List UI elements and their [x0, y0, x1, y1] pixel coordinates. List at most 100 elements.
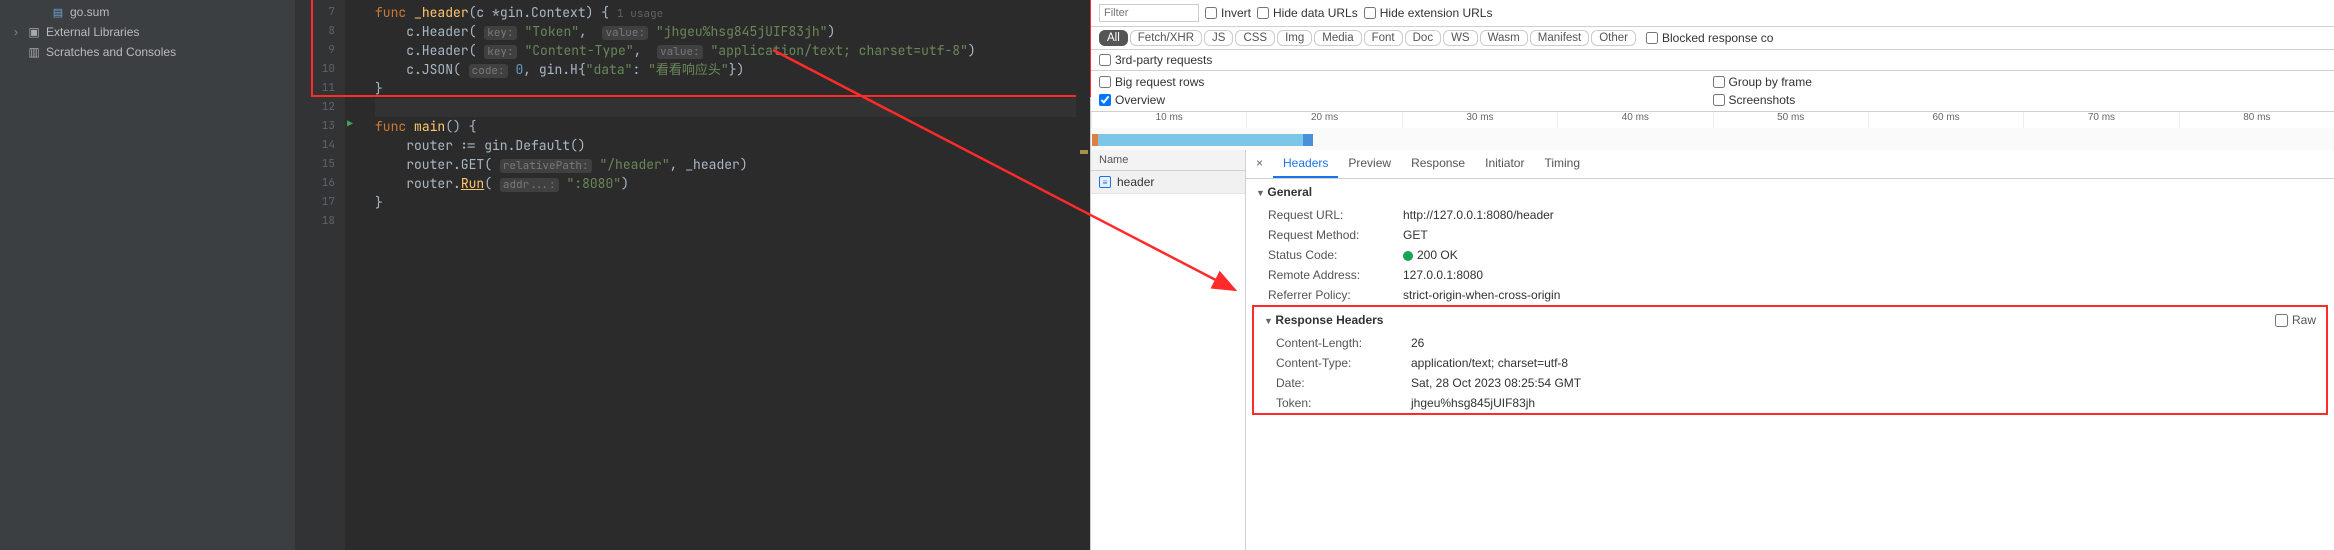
hide-ext-urls-checkbox[interactable]: Hide extension URLs: [1364, 6, 1493, 20]
section-response-headers: Content-Length:26 Content-Type:applicati…: [1254, 333, 2326, 413]
line-number: 15: [295, 155, 335, 174]
code-line: router.GET( relativePath: "/header", _he…: [375, 155, 1076, 174]
big-request-rows-checkbox[interactable]: Big request rows: [1099, 75, 1713, 89]
type-pill-css[interactable]: CSS: [1235, 30, 1275, 46]
type-pill-wasm[interactable]: Wasm: [1480, 30, 1528, 46]
timeline-ticks: 10 ms 20 ms 30 ms 40 ms 50 ms 60 ms 70 m…: [1091, 112, 2334, 128]
type-pill-img[interactable]: Img: [1277, 30, 1312, 46]
tab-timing[interactable]: Timing: [1534, 150, 1590, 178]
code-line: router := gin.Default(): [375, 136, 1076, 155]
type-pill-other[interactable]: Other: [1591, 30, 1636, 46]
type-pill-all[interactable]: All: [1099, 30, 1128, 46]
devtools-options: Big request rows Overview Group by frame…: [1091, 71, 2334, 112]
line-number: 16: [295, 174, 335, 193]
kv-row: Content-Length:26: [1254, 333, 2326, 353]
kv-row: Referrer Policy:strict-origin-when-cross…: [1246, 285, 2334, 305]
kv-row: Remote Address:127.0.0.1:8080: [1246, 265, 2334, 285]
editor-gutter: 7 8 9 10 11 12 13 14 15 16 17 18: [295, 0, 345, 550]
doc-icon: ≡: [1099, 176, 1111, 188]
request-name: header: [1117, 175, 1154, 189]
timeline-bar: [1098, 134, 1303, 146]
kv-row: Request Method:GET: [1246, 225, 2334, 245]
close-icon[interactable]: ×: [1246, 150, 1273, 178]
code-editor[interactable]: 7 8 9 10 11 12 13 14 15 16 17 18 ▶ func …: [295, 0, 1090, 550]
line-number: 14: [295, 136, 335, 155]
thirdparty-checkbox[interactable]: 3rd-party requests: [1099, 53, 1212, 67]
status-dot-icon: [1403, 251, 1413, 261]
invert-checkbox[interactable]: Invert: [1205, 6, 1251, 20]
type-pill-ws[interactable]: WS: [1443, 30, 1478, 46]
tab-preview[interactable]: Preview: [1338, 150, 1401, 178]
network-timeline[interactable]: 10 ms 20 ms 30 ms 40 ms 50 ms 60 ms 70 m…: [1091, 112, 2334, 150]
raw-checkbox[interactable]: Raw: [2275, 313, 2316, 327]
code-line: }: [375, 193, 1076, 212]
code-line: [375, 212, 1076, 231]
annotation-box-2: Response Headers Raw Content-Length:26 C…: [1252, 305, 2328, 415]
type-pill-manifest[interactable]: Manifest: [1530, 30, 1589, 46]
editor-scrollbar[interactable]: [1076, 0, 1090, 550]
hide-data-urls-checkbox[interactable]: Hide data URLs: [1257, 6, 1358, 20]
devtools-panel: Invert Hide data URLs Hide extension URL…: [1090, 0, 2334, 550]
devtools-type-filters: All Fetch/XHR JS CSS Img Media Font Doc …: [1091, 27, 2334, 50]
code-line: func main() {: [375, 117, 1076, 136]
devtools-3rdparty-row: 3rd-party requests: [1091, 50, 2334, 71]
tree-item-label: External Libraries: [46, 25, 139, 39]
screenshots-checkbox[interactable]: Screenshots: [1713, 93, 2327, 107]
devtools-body: Name ≡ header × Headers Preview Response…: [1091, 150, 2334, 550]
code-line: c.Header( key: "Token", value: "jhgeu%hs…: [375, 22, 1076, 41]
chevron-right-icon: ›: [14, 25, 24, 39]
tab-headers[interactable]: Headers: [1273, 150, 1338, 178]
type-pill-media[interactable]: Media: [1314, 30, 1361, 46]
blocked-response-checkbox[interactable]: Blocked response co: [1646, 31, 1773, 45]
tree-item-scratches[interactable]: ▥ Scratches and Consoles: [0, 42, 295, 62]
kv-row: Date:Sat, 28 Oct 2023 08:25:54 GMT: [1254, 373, 2326, 393]
code-line: func _header(c *gin.Context) {1 usage: [375, 3, 1076, 22]
timeline-bars: [1091, 128, 2334, 150]
type-pill-js[interactable]: JS: [1204, 30, 1233, 46]
type-pill-doc[interactable]: Doc: [1405, 30, 1441, 46]
detail-tabs: × Headers Preview Response Initiator Tim…: [1246, 150, 2334, 179]
code-line: router.Run( addr...: ":8080"): [375, 174, 1076, 193]
timeline-bar: [1303, 134, 1313, 146]
line-number: 17: [295, 193, 335, 212]
kv-row: Status Code:200 OK: [1246, 245, 2334, 265]
code-line: c.Header( key: "Content-Type", value: "a…: [375, 41, 1076, 60]
request-row-header[interactable]: ≡ header: [1091, 171, 1245, 194]
project-sidebar: ▤ go.sum › ▣ External Libraries ▥ Scratc…: [0, 0, 295, 550]
tab-response[interactable]: Response: [1401, 150, 1475, 178]
request-list-header[interactable]: Name: [1091, 150, 1245, 171]
request-detail-pane: × Headers Preview Response Initiator Tim…: [1246, 150, 2334, 550]
section-response-headers-title[interactable]: Response Headers Raw: [1254, 307, 2326, 333]
tree-item-label: Scratches and Consoles: [46, 45, 176, 59]
library-icon: ▣: [26, 24, 42, 40]
code-line: [375, 98, 1076, 117]
section-general: Request URL:http://127.0.0.1:8080/header…: [1246, 205, 2334, 305]
code-area[interactable]: func _header(c *gin.Context) {1 usage c.…: [345, 0, 1076, 550]
request-list: Name ≡ header: [1091, 150, 1246, 550]
group-by-frame-checkbox[interactable]: Group by frame: [1713, 75, 2327, 89]
line-number: 9: [295, 41, 335, 60]
type-pill-font[interactable]: Font: [1364, 30, 1403, 46]
tree-item-external-libraries[interactable]: › ▣ External Libraries: [0, 22, 295, 42]
kv-row: Request URL:http://127.0.0.1:8080/header: [1246, 205, 2334, 225]
tree-item-go-sum[interactable]: ▤ go.sum: [0, 2, 295, 22]
code-line: c.JSON( code: 0, gin.H{"data": "看看响应头"}): [375, 60, 1076, 79]
tree-item-label: go.sum: [70, 5, 109, 19]
filter-input[interactable]: [1099, 4, 1199, 22]
line-number: 10: [295, 60, 335, 79]
line-number: 18: [295, 212, 335, 231]
kv-row: Content-Type:application/text; charset=u…: [1254, 353, 2326, 373]
kv-row: Token:jhgeu%hsg845jUIF83jh: [1254, 393, 2326, 413]
line-number: 8: [295, 22, 335, 41]
section-general-title[interactable]: General: [1246, 179, 2334, 205]
overview-checkbox[interactable]: Overview: [1099, 93, 1713, 107]
code-line: }: [375, 79, 1076, 98]
line-number: 13: [295, 117, 335, 136]
file-go-icon: ▤: [50, 4, 66, 20]
line-number: 11: [295, 79, 335, 98]
devtools-filter-bar: Invert Hide data URLs Hide extension URL…: [1091, 0, 2334, 27]
line-number: 7: [295, 3, 335, 22]
scratch-icon: ▥: [26, 44, 42, 60]
tab-initiator[interactable]: Initiator: [1475, 150, 1534, 178]
type-pill-fetch-xhr[interactable]: Fetch/XHR: [1130, 30, 1202, 46]
